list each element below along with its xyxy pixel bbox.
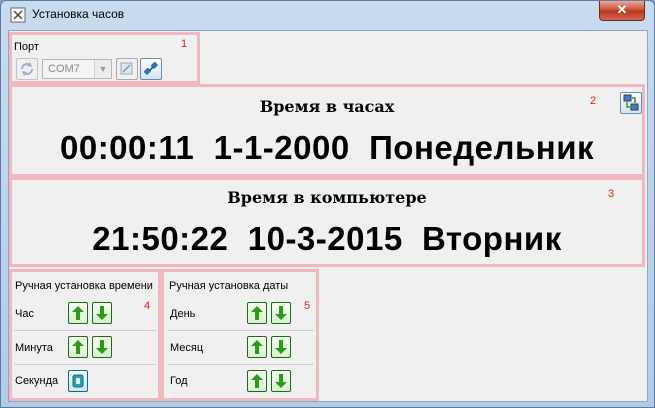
month-up-button[interactable]	[247, 336, 267, 358]
arrow-down-icon	[275, 306, 287, 320]
arrow-up-icon	[251, 306, 263, 320]
reset-zero-icon	[72, 374, 84, 388]
clock-app-icon	[10, 7, 26, 23]
computer-time-panel: 3 Время в компьютере 21:50:22 10-3-2015 …	[9, 177, 645, 267]
day-label: День	[170, 308, 196, 320]
clock-time-value: 00:00:11	[59, 129, 195, 166]
checkbox-icon	[120, 62, 133, 75]
sync-time-button[interactable]	[620, 92, 642, 114]
refresh-button[interactable]	[16, 58, 38, 80]
arrow-down-icon	[96, 340, 108, 354]
hour-down-button[interactable]	[92, 302, 112, 324]
close-button[interactable]: ✕	[599, 1, 645, 21]
hour-label: Час	[15, 308, 34, 320]
refresh-icon	[21, 62, 33, 76]
computer-time-readout: 21:50:22 10-3-2015 Вторник	[12, 220, 642, 258]
arrow-down-icon	[96, 306, 108, 320]
row-divider	[14, 330, 156, 331]
row-divider	[168, 330, 314, 331]
day-up-button[interactable]	[247, 302, 267, 324]
client-area: 1 Порт COM7 ▼ 2 Время в часах 00:00:11 1…	[8, 30, 648, 402]
row-divider	[14, 364, 156, 365]
month-down-button[interactable]	[271, 336, 291, 358]
arrow-down-icon	[275, 374, 287, 388]
computer-weekday-value: Вторник	[422, 220, 562, 257]
computer-time-value: 21:50:22	[92, 220, 229, 257]
com-port-select[interactable]: COM7 ▼	[42, 59, 112, 79]
row-divider	[168, 364, 314, 365]
minute-down-button[interactable]	[92, 336, 112, 358]
arrow-down-icon	[275, 340, 287, 354]
manual-date-title: Ручная установка даты	[169, 280, 289, 292]
computer-time-title: Время в компьютере	[227, 188, 427, 207]
title-bar[interactable]: Установка часов ✕	[1, 1, 654, 29]
port-label: Порт	[14, 41, 39, 53]
month-label: Месяц	[170, 342, 204, 354]
manual-time-panel: 4 Ручная установка времени Час Минута Се…	[9, 269, 161, 401]
close-icon: ✕	[616, 2, 628, 17]
year-label: Год	[170, 375, 188, 387]
minute-up-button[interactable]	[68, 336, 88, 358]
clock-time-readout: 00:00:11 1-1-2000 Понедельник	[12, 129, 642, 167]
arrow-up-icon	[251, 374, 263, 388]
day-down-button[interactable]	[271, 302, 291, 324]
clock-date-value: 1-1-2000	[213, 129, 350, 166]
section-number: 5	[304, 300, 311, 312]
computer-date-value: 10-3-2015	[247, 220, 403, 257]
app-window: Установка часов ✕ 1 Порт COM7 ▼ 2 Время …	[0, 0, 655, 408]
arrow-up-icon	[72, 306, 84, 320]
second-label: Секунда	[15, 375, 59, 387]
connect-button[interactable]	[140, 58, 162, 80]
manual-date-panel: 5 Ручная установка даты День Месяц Год	[161, 269, 319, 401]
chevron-down-icon: ▼	[94, 60, 111, 78]
arrow-up-icon	[251, 340, 263, 354]
year-up-button[interactable]	[247, 370, 267, 392]
second-reset-button[interactable]	[68, 370, 88, 392]
port-toggle-button[interactable]	[116, 58, 138, 80]
clock-time-panel: 2 Время в часах 00:00:11 1-1-2000 Понеде…	[9, 84, 645, 177]
arrow-up-icon	[72, 340, 84, 354]
com-port-value: COM7	[48, 63, 80, 75]
manual-time-title: Ручная установка времени	[15, 280, 153, 292]
sync-computer-icon	[623, 94, 639, 111]
year-down-button[interactable]	[271, 370, 291, 392]
section-number: 4	[144, 300, 151, 312]
connect-plug-icon	[143, 61, 158, 75]
hour-up-button[interactable]	[68, 302, 88, 324]
minute-label: Минута	[15, 342, 53, 354]
clock-weekday-value: Понедельник	[369, 129, 595, 166]
section-number: 1	[181, 38, 188, 50]
port-panel: 1 Порт COM7 ▼	[9, 32, 200, 84]
clock-time-title: Время в часах	[259, 97, 395, 116]
window-title: Установка часов	[32, 7, 125, 21]
